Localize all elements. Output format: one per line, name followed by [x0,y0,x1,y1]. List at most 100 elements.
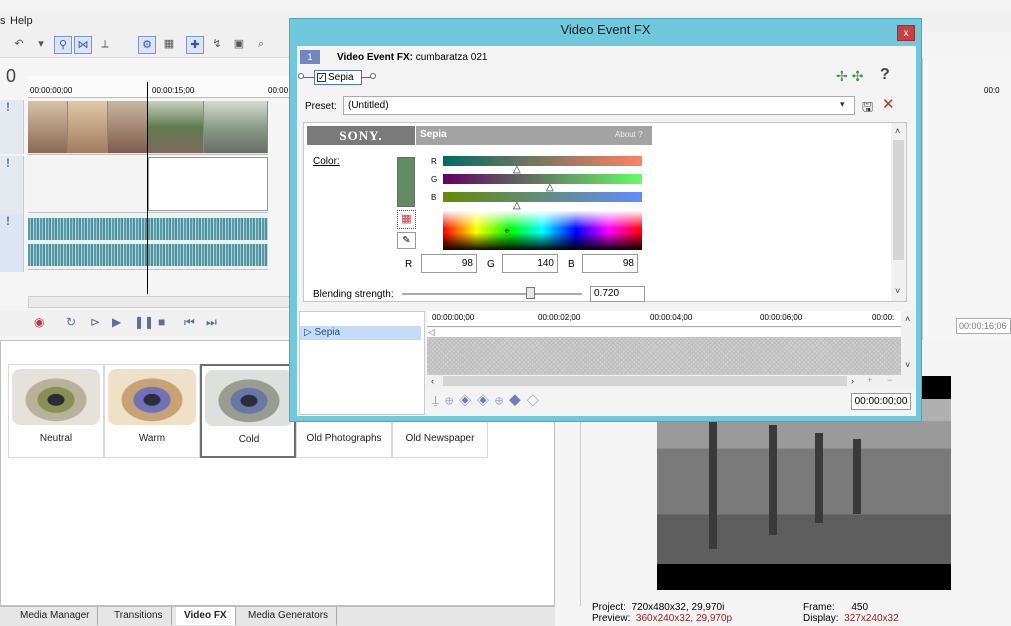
timeline-scrollbar[interactable] [28,296,290,308]
expand-icon[interactable]: ▷ [304,327,314,338]
menu-item-partial[interactable]: s [0,15,6,27]
delete-icon[interactable]: ✕ [882,95,895,113]
blending-slider-thumb[interactable] [526,287,535,299]
keyframe-marker[interactable]: ◁ [428,327,435,338]
add-plugin-icon[interactable]: ✢ [836,68,852,84]
zoom-icon[interactable]: ⌕ [252,36,270,54]
zoom-out-icon[interactable]: − [887,375,892,385]
color-spectrum[interactable] [443,211,642,250]
blending-slider[interactable] [402,293,582,295]
lock-envelope-icon[interactable]: ↯ [208,36,226,54]
scroll-down-icon[interactable]: ˅ [895,286,900,296]
play-from-start-icon[interactable]: ⊳ [90,315,100,329]
r-value-field[interactable]: 98 [421,254,477,273]
help-icon[interactable]: ? [880,66,890,84]
loop-icon[interactable]: ↻ [66,315,76,329]
tab-video-fx[interactable]: Video FX [176,607,236,625]
audio-track[interactable] [28,214,268,270]
frame-info: Frame: 450 Display: 327x240x32 [803,602,899,624]
chevron-down-icon[interactable]: ▾ [840,99,845,110]
scroll-up-icon[interactable]: ˄ [905,314,910,324]
ruler-tick-label: 00:00:00;00 [30,86,73,95]
snap-icon[interactable]: ⚲ [54,36,72,54]
scene-pillar [769,425,777,535]
preset-label: Cold [238,434,260,445]
palette-icon[interactable]: ▦ [397,210,416,229]
playhead[interactable] [147,82,148,294]
blending-strength-field[interactable]: 0.720 [590,286,645,302]
close-button[interactable]: x [897,25,915,41]
last-keyframe-icon[interactable]: ⊕ [495,393,509,407]
red-slider-thumb[interactable]: △ [513,164,521,175]
tab-media-manager[interactable]: Media Manager [12,607,99,625]
time-display[interactable]: 00:00:16;06 [956,318,1011,334]
undo-icon[interactable]: ↶ [10,36,28,54]
color-swatch[interactable] [397,157,415,207]
transition-clip[interactable] [148,157,268,211]
fx-chain-plugin[interactable]: ✓ Sepia [314,70,362,85]
remove-plugin-icon[interactable]: ✣ [852,68,868,84]
preset-thumbnail [12,369,100,425]
scrollbar-thumb[interactable] [893,140,904,260]
scroll-up-icon[interactable]: ˄ [895,126,900,136]
eyedropper-icon[interactable]: ✎ [397,232,416,249]
r-value-label: R [405,259,413,270]
go-start-icon[interactable]: ⏮ [184,315,195,330]
kf-ruler-tick: 00:00:00;00 [432,313,475,322]
tab-media-generators[interactable]: Media Generators [240,607,338,625]
trim-icon[interactable]: ▦ [160,36,178,54]
scroll-left-icon[interactable]: ‹ [431,376,434,386]
b-value-field[interactable]: 98 [582,254,638,273]
track-header-video-2[interactable]: ! [0,156,24,214]
track-header-audio[interactable]: ! [0,214,24,272]
pause-icon[interactable]: ❚❚ [134,315,154,329]
keyframe-time-field[interactable]: 00:00:00;00 [851,393,911,410]
scroll-down-icon[interactable]: ˅ [905,360,910,370]
green-slider-thumb[interactable]: △ [546,182,554,193]
dropdown-arrow-icon[interactable]: ▾ [32,36,50,54]
keyframe-row[interactable] [427,328,901,337]
sync-cursor-icon[interactable]: ⍊ [432,393,445,407]
next-keyframe-icon[interactable]: ◈ [477,393,495,407]
first-keyframe-icon[interactable]: ⊕ [445,393,459,407]
scrollbar-thumb[interactable] [443,376,847,386]
record-icon[interactable]: ◉ [34,315,44,329]
event-title-label: Video Event FX: [337,52,413,63]
scroll-right-icon[interactable]: › [851,376,854,386]
play-icon[interactable]: ▶ [112,315,121,329]
zoom-in-icon[interactable]: + [867,375,872,385]
preset-dropdown[interactable]: (Untitled) [343,96,855,115]
stop-icon[interactable]: ■ [158,315,165,329]
prev-keyframe-icon[interactable]: ◈ [459,393,477,407]
video-track-2[interactable] [28,157,268,213]
spectrum-crosshair-icon[interactable]: ⌖ [504,226,510,237]
blue-slider[interactable] [443,192,642,202]
frame-value: 450 [851,602,869,613]
delete-keyframe-icon[interactable]: ◇ [527,393,545,407]
keyframe-track-sepia[interactable]: ▷ Sepia [300,326,421,340]
scene-pillar [853,439,861,514]
red-slider[interactable] [443,156,642,166]
kf-ruler-tick: 00:00:06;00 [760,313,803,322]
ripple-icon[interactable]: ⚙ [138,36,156,54]
edit-tool-icon[interactable]: ⟂ [96,36,114,54]
track-header-video[interactable]: ! [0,100,24,154]
blue-slider-thumb[interactable]: △ [513,200,521,211]
auto-crossfade-icon[interactable]: ✚ [186,36,204,54]
tab-transitions[interactable]: Transitions [106,607,172,625]
video-track[interactable] [28,101,268,155]
menu-item-help[interactable]: Help [10,15,33,27]
envelope-icon[interactable]: ⋈ [74,36,92,54]
go-end-icon[interactable]: ⏭ [206,315,217,330]
color-label: Color: [313,156,340,167]
save-icon[interactable]: 🖫 [862,98,873,120]
preset-warm[interactable]: Warm [104,364,200,458]
about-link[interactable]: About ? [615,130,643,139]
g-value-field[interactable]: 140 [502,254,558,273]
select-icon[interactable]: ▣ [230,36,248,54]
preset-neutral[interactable]: Neutral [8,364,104,458]
green-slider[interactable] [443,174,642,184]
add-keyframe-icon[interactable]: ◆ [509,393,527,407]
plugin-enable-checkbox[interactable]: ✓ [317,73,326,82]
preset-cold[interactable]: Cold [200,364,296,458]
